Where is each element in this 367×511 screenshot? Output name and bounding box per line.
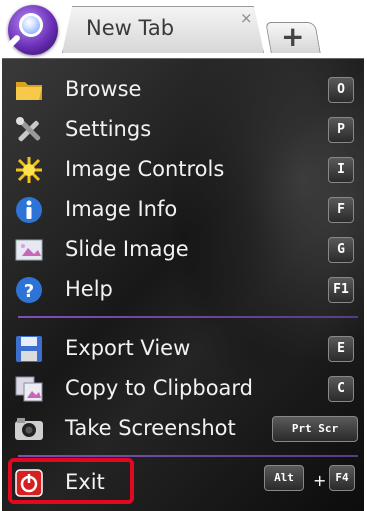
slide-icon [15, 239, 43, 261]
menu-separator [18, 316, 358, 318]
shortcut-key: F [328, 197, 354, 223]
tab-close-icon[interactable]: × [240, 9, 253, 27]
shortcut-key: F1 [328, 277, 354, 303]
menu-separator [18, 455, 358, 457]
svg-text:?: ? [24, 281, 34, 302]
menu-item-label: Help [65, 277, 113, 301]
shortcut-key: I [328, 157, 354, 183]
menu-item-label: Image Info [65, 197, 178, 221]
menu-item-settings[interactable]: Settings P [2, 110, 364, 150]
tab-title: New Tab [86, 16, 175, 40]
app-menu: Browse O Settings P Image Controls I Ima… [2, 58, 364, 511]
menu-item-browse[interactable]: Browse O [2, 70, 364, 110]
menu-item-image-info[interactable]: Image Info F [2, 190, 364, 230]
save-icon [16, 336, 42, 362]
menu-item-label: Settings [65, 117, 152, 141]
help-icon: ? [16, 277, 42, 303]
shortcut-key: E [328, 336, 354, 362]
tools-icon [16, 117, 41, 142]
camera-icon [15, 418, 43, 440]
menu-item-label: Image Controls [65, 157, 225, 181]
menu-item-slide-image[interactable]: Slide Image G [2, 230, 364, 270]
shortcut-key: Prt Scr [272, 416, 358, 442]
shortcut-modifier-key: Alt [264, 465, 304, 491]
plus-icon[interactable]: + [281, 20, 304, 53]
sun-icon [16, 157, 42, 183]
menu-item-copy-to-clipboard[interactable]: Copy to Clipboard C [2, 369, 364, 409]
shortcut-plus: + [313, 471, 327, 490]
menu-item-take-screenshot[interactable]: Take Screenshot Prt Scr [2, 409, 364, 449]
tab-strip: New Tab × + [0, 0, 367, 58]
menu-item-label: Browse [65, 77, 142, 101]
shortcut-key: P [328, 117, 354, 143]
shortcut-key: F4 [329, 465, 355, 491]
app-logo-icon[interactable] [4, 5, 58, 55]
shortcut-key: C [328, 376, 354, 402]
menu-item-help[interactable]: ? Help F1 [2, 270, 364, 310]
menu-item-label: Slide Image [65, 237, 189, 261]
menu-item-label: Export View [65, 336, 191, 360]
clipboard-icon [15, 376, 43, 402]
menu-item-label: Take Screenshot [65, 416, 236, 440]
menu-item-image-controls[interactable]: Image Controls I [2, 150, 364, 190]
exit-highlight-box [8, 458, 134, 504]
menu-item-export-view[interactable]: Export View E [2, 329, 364, 369]
shortcut-key: G [328, 237, 354, 263]
info-icon [16, 197, 42, 223]
shortcut-key: O [328, 77, 354, 103]
menu-item-label: Copy to Clipboard [65, 376, 254, 400]
folder-icon [16, 82, 42, 100]
